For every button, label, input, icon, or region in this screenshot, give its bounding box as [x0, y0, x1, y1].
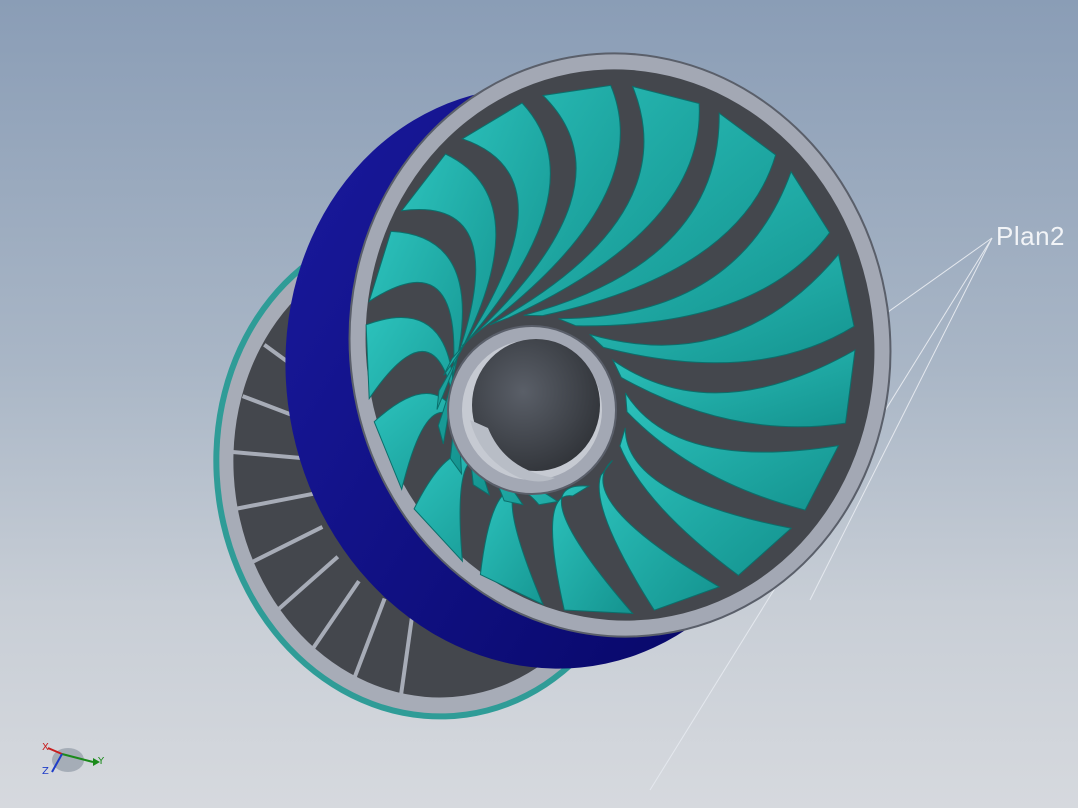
triad-y-label: Y [98, 756, 105, 767]
runner-hub[interactable] [447, 325, 617, 495]
triad-z-label: Z [42, 766, 49, 777]
graphics-viewport[interactable] [0, 0, 1078, 808]
triad-x-label: X [42, 742, 49, 753]
plane-annotation-label[interactable]: Plan2 [996, 221, 1065, 252]
view-orientation-triad: X Y Z [38, 734, 108, 784]
